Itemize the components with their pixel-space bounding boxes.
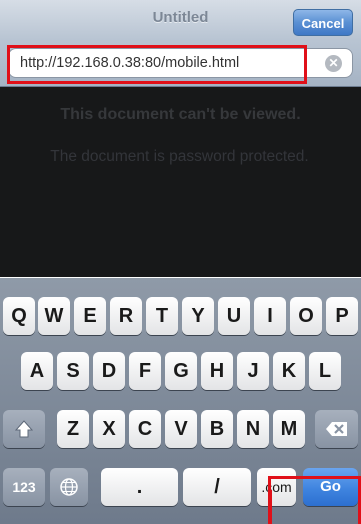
backspace-icon <box>325 422 347 436</box>
dot-key[interactable]: . <box>101 468 178 506</box>
key-e[interactable]: E <box>74 297 106 335</box>
error-message: The document is password protected. <box>50 148 309 165</box>
globe-key[interactable] <box>50 468 88 506</box>
key-m[interactable]: M <box>273 410 305 448</box>
key-b[interactable]: B <box>201 410 233 448</box>
key-d[interactable]: D <box>93 352 125 390</box>
url-highlight-box <box>7 45 307 84</box>
go-highlight-box <box>268 476 361 524</box>
error-title: This document can't be viewed. <box>60 106 301 123</box>
key-y[interactable]: Y <box>182 297 214 335</box>
key-v[interactable]: V <box>165 410 197 448</box>
key-l[interactable]: L <box>309 352 341 390</box>
globe-icon <box>60 478 78 496</box>
key-w[interactable]: W <box>38 297 70 335</box>
key-p[interactable]: P <box>326 297 358 335</box>
shift-key[interactable] <box>3 410 45 448</box>
document-view: This document can't be viewed. The docum… <box>0 87 361 277</box>
clear-x-icon[interactable]: ✕ <box>325 55 342 72</box>
key-g[interactable]: G <box>165 352 197 390</box>
key-n[interactable]: N <box>237 410 269 448</box>
key-i[interactable]: I <box>254 297 286 335</box>
key-j[interactable]: J <box>237 352 269 390</box>
key-q[interactable]: Q <box>3 297 35 335</box>
key-t[interactable]: T <box>146 297 178 335</box>
key-f[interactable]: F <box>129 352 161 390</box>
delete-key[interactable] <box>315 410 358 448</box>
highlight-pointer-line <box>268 490 272 524</box>
key-k[interactable]: K <box>273 352 305 390</box>
cancel-button[interactable]: Cancel <box>293 9 353 36</box>
key-u[interactable]: U <box>218 297 250 335</box>
key-z[interactable]: Z <box>57 410 89 448</box>
numbers-key[interactable]: 123 <box>3 468 45 506</box>
key-c[interactable]: C <box>129 410 161 448</box>
key-r[interactable]: R <box>110 297 142 335</box>
key-o[interactable]: O <box>290 297 322 335</box>
shift-arrow-icon <box>14 420 34 438</box>
key-a[interactable]: A <box>21 352 53 390</box>
key-x[interactable]: X <box>93 410 125 448</box>
key-s[interactable]: S <box>57 352 89 390</box>
slash-key[interactable]: / <box>183 468 251 506</box>
key-h[interactable]: H <box>201 352 233 390</box>
